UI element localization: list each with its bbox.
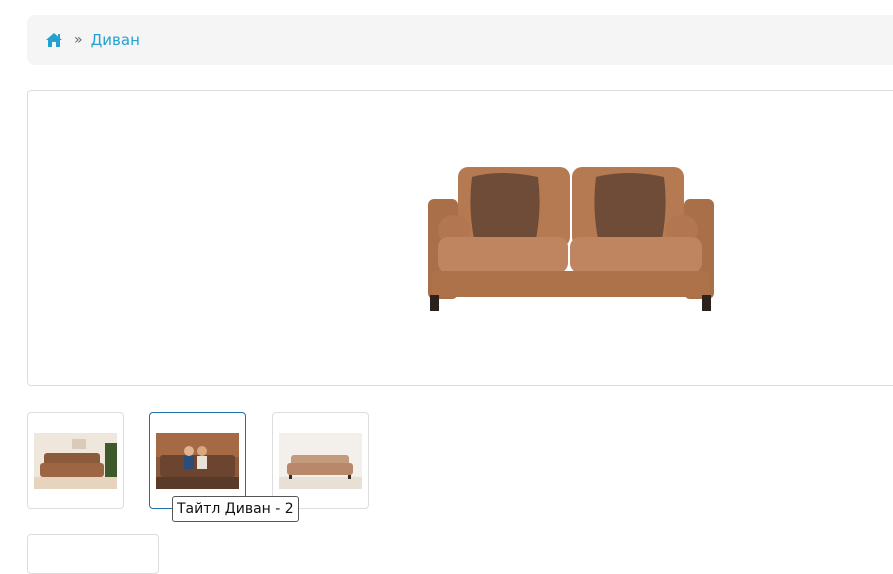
sofa-living-room-thumbnail bbox=[34, 432, 117, 489]
main-image-frame[interactable] bbox=[27, 90, 893, 386]
breadcrumb-item-divan[interactable]: Диван bbox=[91, 31, 140, 49]
thumbnail-2[interactable] bbox=[149, 412, 246, 509]
thumbnail-3[interactable] bbox=[272, 412, 369, 509]
breadcrumb: » Диван bbox=[27, 15, 893, 65]
home-link[interactable] bbox=[45, 31, 63, 49]
thumbnail-1[interactable] bbox=[27, 412, 124, 509]
sofa-light-room-thumbnail bbox=[279, 432, 362, 489]
tooltip: Тайтл Диван - 2 bbox=[172, 496, 299, 522]
breadcrumb-separator: » bbox=[74, 32, 83, 48]
thumbnail-4[interactable] bbox=[27, 534, 159, 574]
sofa-with-couple-thumbnail bbox=[156, 432, 239, 489]
sofa-main-image[interactable] bbox=[428, 95, 714, 381]
home-icon bbox=[46, 33, 62, 47]
